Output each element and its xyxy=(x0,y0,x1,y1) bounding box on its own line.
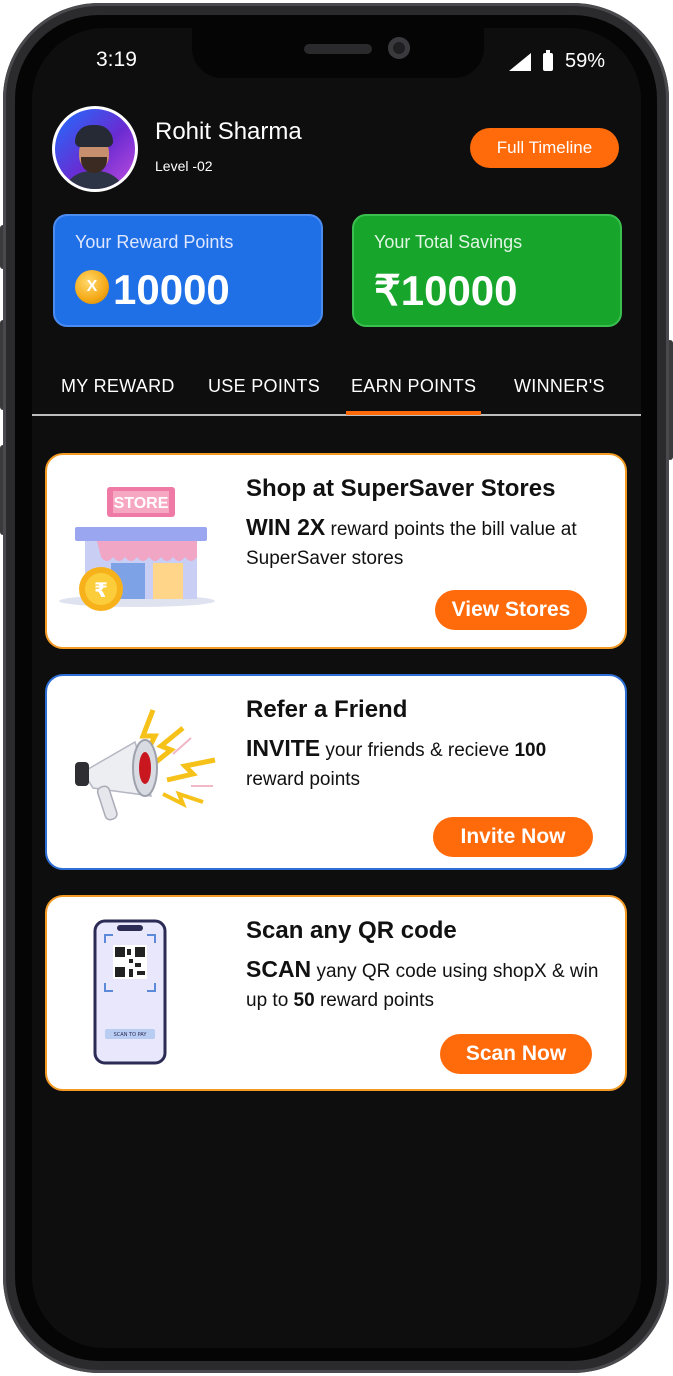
offer-bold-scan: 50 xyxy=(293,990,315,1011)
offer-highlight-scan: SCAN xyxy=(246,956,312,982)
offer-bold-refer: 100 xyxy=(514,740,547,761)
user-name: Rohit Sharma xyxy=(155,118,302,145)
scan-to-pay-text: SCAN TO PAY xyxy=(114,1032,148,1038)
megaphone-icon xyxy=(75,709,216,821)
store-icon: STORE ₹ xyxy=(59,487,215,611)
active-tab-indicator xyxy=(346,411,481,415)
speaker-grille xyxy=(304,44,372,54)
offer-text-refer-b: reward points xyxy=(246,769,361,790)
view-stores-button[interactable]: View Stores xyxy=(435,590,587,630)
notch xyxy=(192,28,484,78)
battery-percent: 59% xyxy=(564,50,605,72)
tab-bar: MY REWARD USE POINTS EARN POINTS WINNER'… xyxy=(32,368,641,416)
store-sign-text: STORE xyxy=(114,495,169,512)
total-savings-card: Your Total Savings ₹10000 xyxy=(352,214,622,327)
offer-title-refer: Refer a Friend xyxy=(246,696,408,723)
phone-screen: 3:19 59% Rohit Sharma Level -02 Full Tim… xyxy=(32,28,641,1348)
reward-points-label: Your Reward Points xyxy=(75,232,234,252)
offer-card-scan[interactable]: SCAN TO PAY Scan any QR code SCAN yany Q… xyxy=(45,895,627,1091)
total-savings-value: ₹10000 xyxy=(374,267,518,314)
tab-winners[interactable]: WINNER'S xyxy=(514,376,605,397)
offer-card-shop[interactable]: STORE ₹ Shop at SuperSaver Stores WIN 2X… xyxy=(45,453,627,649)
invite-now-button[interactable]: Invite Now xyxy=(433,817,593,857)
reward-points-card: Your Reward Points X 10000 xyxy=(53,214,323,327)
offer-description-scan: SCAN yany QR code using shopX & win up t… xyxy=(246,955,606,1015)
full-timeline-button[interactable]: Full Timeline xyxy=(470,128,619,168)
offer-card-refer[interactable]: Refer a Friend INVITE your friends & rec… xyxy=(45,674,627,870)
offer-title-shop: Shop at SuperSaver Stores xyxy=(246,475,556,502)
avatar-body xyxy=(61,171,127,189)
signal-icon xyxy=(508,52,531,71)
offer-highlight-shop: WIN 2X xyxy=(246,514,326,540)
avatar-beanie xyxy=(75,125,113,147)
rupee-coin-text: ₹ xyxy=(94,578,108,602)
tab-earn-points[interactable]: EARN POINTS xyxy=(351,376,476,397)
scan-now-button[interactable]: Scan Now xyxy=(440,1034,592,1074)
front-camera xyxy=(388,37,410,59)
avatar[interactable] xyxy=(52,106,138,192)
offer-title-scan: Scan any QR code xyxy=(246,917,457,944)
user-level: Level -02 xyxy=(155,158,213,174)
status-time: 3:19 xyxy=(96,48,137,71)
total-savings-label: Your Total Savings xyxy=(374,232,523,252)
offer-description-refer: INVITE your friends & recieve 100 reward… xyxy=(246,734,606,794)
status-indicators: 59% xyxy=(508,49,605,73)
offer-description-shop: WIN 2X reward points the bill value at S… xyxy=(246,513,606,573)
battery-icon xyxy=(542,49,553,71)
phone-qr-icon: SCAN TO PAY xyxy=(93,919,167,1065)
offer-text-scan-b: reward points xyxy=(314,990,435,1011)
offer-highlight-refer: INVITE xyxy=(246,735,321,761)
offer-text-refer-a: your friends & recieve xyxy=(320,740,515,761)
reward-points-value: 10000 xyxy=(113,266,230,313)
tab-use-points[interactable]: USE POINTS xyxy=(208,376,320,397)
tab-my-reward[interactable]: MY REWARD xyxy=(61,376,175,397)
coin-icon: X xyxy=(75,270,109,304)
